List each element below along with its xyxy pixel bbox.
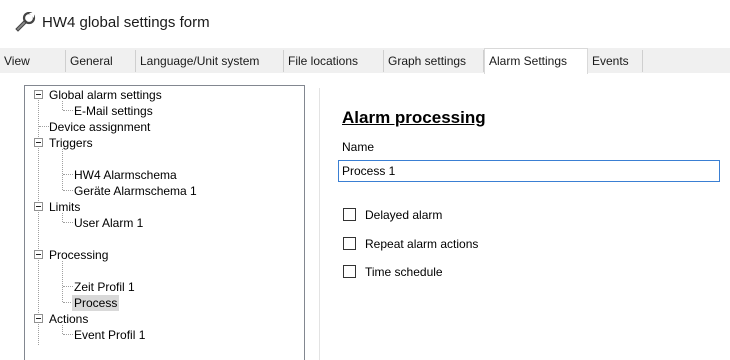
time-schedule-label[interactable]: Time schedule [365, 264, 443, 280]
delayed-alarm-checkbox[interactable] [343, 208, 356, 221]
tab-language-unit-system[interactable]: Language/Unit system [136, 50, 284, 72]
collapse-icon[interactable] [34, 90, 43, 99]
panel-heading: Alarm processing [342, 108, 486, 127]
tree-node-process[interactable]: Process [72, 295, 120, 311]
tree-node-actions[interactable]: Actions [47, 311, 90, 327]
tree-connector [38, 100, 39, 345]
tree-node-limits[interactable]: Limits [47, 199, 82, 215]
tab-events[interactable]: Events [588, 50, 643, 72]
collapse-icon[interactable] [34, 138, 43, 147]
tab-alarm-settings[interactable]: Alarm Settings [484, 48, 588, 74]
tree-node-geraete-alarmschema[interactable]: Geräte Alarmschema 1 [72, 183, 199, 199]
tab-general[interactable]: General [66, 50, 136, 72]
tab-strip: View General Language/Unit system File l… [0, 48, 730, 74]
tree-connector [62, 149, 63, 190]
window-titlebar: HW4 global settings form [0, 0, 730, 44]
tree-node-triggers[interactable]: Triggers [47, 135, 95, 151]
tree-node-device-assignment[interactable]: Device assignment [47, 119, 152, 135]
tab-file-locations[interactable]: File locations [284, 50, 384, 72]
collapse-icon[interactable] [34, 202, 43, 211]
tree-node-global-alarm-settings[interactable]: Global alarm settings [47, 87, 164, 103]
time-schedule-checkbox[interactable] [343, 265, 356, 278]
tree-node-user-alarm[interactable]: User Alarm 1 [72, 215, 145, 231]
window-title: HW4 global settings form [42, 14, 210, 31]
tree-node-event-profil[interactable]: Event Profil 1 [72, 327, 147, 343]
repeat-alarm-actions-checkbox[interactable] [343, 237, 356, 250]
tree-node-zeit-profil[interactable]: Zeit Profil 1 [72, 279, 137, 295]
repeat-alarm-actions-label[interactable]: Repeat alarm actions [365, 236, 478, 252]
collapse-icon[interactable] [34, 250, 43, 259]
collapse-icon[interactable] [34, 314, 43, 323]
name-label: Name [342, 140, 375, 154]
delayed-alarm-label[interactable]: Delayed alarm [365, 207, 442, 223]
tools-icon [15, 12, 36, 32]
tree-node-hw4-alarmschema[interactable]: HW4 Alarmschema [72, 167, 179, 183]
tree-node-email-settings[interactable]: E-Mail settings [72, 103, 155, 119]
name-field[interactable] [338, 160, 720, 182]
tab-view[interactable]: View [0, 50, 66, 72]
tree-connector [62, 261, 63, 302]
tree-node-processing[interactable]: Processing [47, 247, 110, 263]
panel-splitter[interactable] [319, 88, 320, 360]
settings-tree[interactable]: Global alarm settings E-Mail settings De… [24, 85, 305, 360]
tab-graph-settings[interactable]: Graph settings [384, 50, 484, 72]
